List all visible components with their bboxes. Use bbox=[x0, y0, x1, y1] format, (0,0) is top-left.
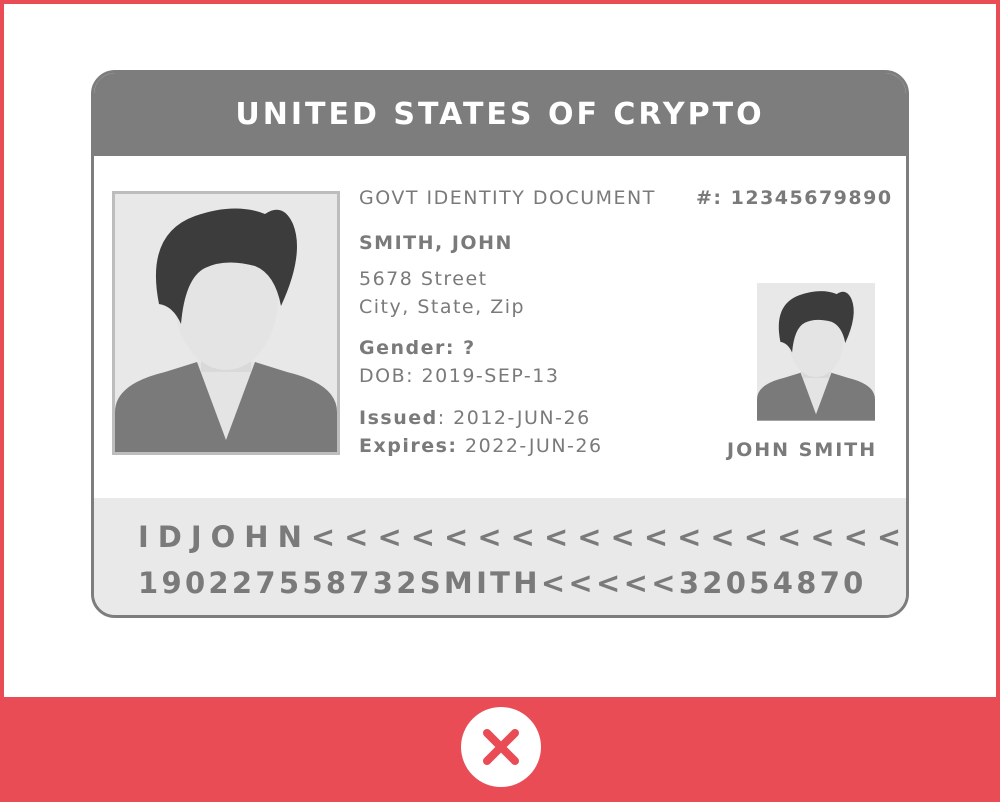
expires-value: 2022-JUN-26 bbox=[457, 435, 603, 457]
address-line1: 5678 Street bbox=[359, 268, 488, 290]
issued-field: Issued: 2012-JUN-26 bbox=[359, 407, 591, 429]
mrz-line-1: IDJOHN<<<<<<<<<<<<<<<<<<<<<<<<< bbox=[138, 520, 909, 554]
machine-readable-zone: IDJOHN<<<<<<<<<<<<<<<<<<<<<<<<< 19022755… bbox=[94, 498, 909, 615]
address-line2: City, State, Zip bbox=[359, 296, 526, 318]
holder-name: SMITH, JOHN bbox=[359, 232, 513, 254]
id-card: UNITED STATES OF CRYPTO GOVT IDENTITY DO… bbox=[91, 70, 909, 618]
reject-button[interactable] bbox=[461, 707, 541, 787]
card-title: UNITED STATES OF CRYPTO bbox=[94, 73, 906, 156]
signature-name: JOHN SMITH bbox=[727, 439, 878, 461]
mrz-line-2: 190227558732SMITH<<<<<32054870 bbox=[138, 566, 867, 600]
expires-label: Expires: bbox=[359, 435, 458, 457]
issued-label: Issued bbox=[359, 407, 438, 429]
document-number: #: 12345679890 bbox=[696, 187, 893, 209]
dob-field: DOB: 2019-SEP-13 bbox=[359, 365, 560, 387]
document-type: GOVT IDENTITY DOCUMENT bbox=[359, 187, 656, 209]
expires-field: Expires: 2022-JUN-26 bbox=[359, 435, 603, 457]
ghost-photo bbox=[757, 283, 875, 421]
person-silhouette-icon bbox=[115, 194, 337, 452]
issued-value: : 2012-JUN-26 bbox=[437, 407, 591, 429]
holder-photo bbox=[112, 191, 340, 455]
close-icon bbox=[483, 729, 519, 765]
gender-field: Gender: ? bbox=[359, 337, 476, 359]
person-silhouette-icon bbox=[757, 283, 875, 421]
